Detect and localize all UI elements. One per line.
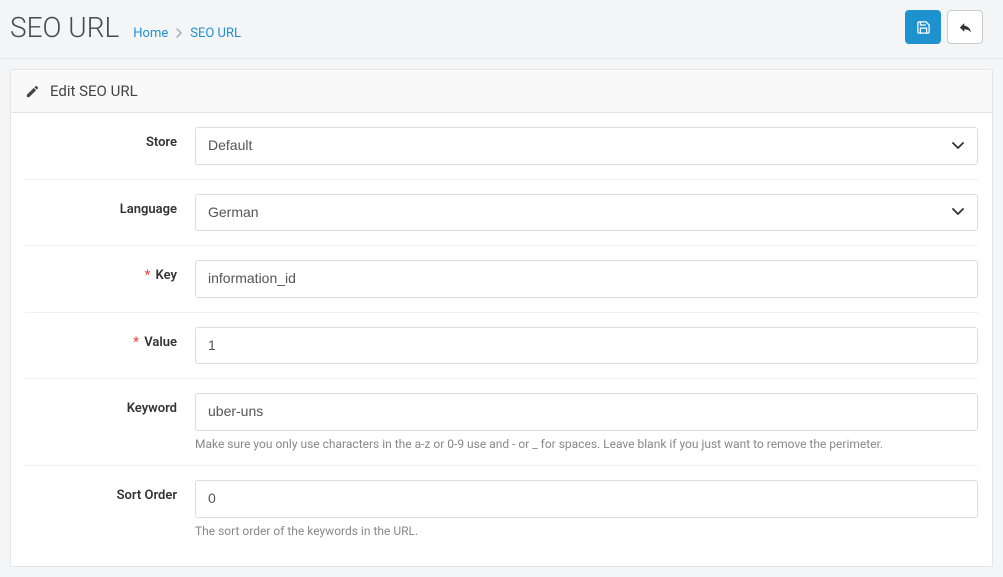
field-keyword: Make sure you only use characters in the…: [195, 393, 978, 451]
store-select[interactable]: Default: [195, 127, 978, 165]
required-marker: *: [144, 268, 150, 283]
pencil-icon: [25, 84, 40, 99]
label-sort-order: Sort Order: [25, 480, 195, 503]
panel-body: Store Default Language German: [11, 113, 992, 566]
form-panel: Edit SEO URL Store Default Language Germ…: [10, 69, 993, 567]
row-language: Language German: [25, 180, 978, 247]
panel-title: Edit SEO URL: [50, 82, 138, 100]
field-value: [195, 327, 978, 365]
breadcrumb: Home SEO URL: [133, 26, 241, 41]
required-marker: *: [133, 335, 139, 350]
row-store: Store Default: [25, 113, 978, 180]
value-input[interactable]: [195, 327, 978, 365]
label-store: Store: [25, 127, 195, 150]
label-key-text: Key: [156, 268, 177, 283]
field-sort-order: The sort order of the keywords in the UR…: [195, 480, 978, 538]
reply-arrow-icon: [958, 20, 973, 35]
keyword-input[interactable]: [195, 393, 978, 431]
breadcrumb-separator: [176, 28, 182, 38]
field-store: Default: [195, 127, 978, 165]
label-value-text: Value: [144, 335, 177, 350]
page-header-left: SEO URL Home SEO URL: [10, 11, 241, 44]
keyword-help-text: Make sure you only use characters in the…: [195, 437, 978, 451]
label-keyword: Keyword: [25, 393, 195, 416]
save-button[interactable]: [905, 10, 941, 44]
breadcrumb-home[interactable]: Home: [133, 26, 168, 41]
breadcrumb-current[interactable]: SEO URL: [190, 26, 241, 41]
label-language: Language: [25, 194, 195, 217]
field-key: [195, 260, 978, 298]
field-language: German: [195, 194, 978, 232]
row-key: * Key: [25, 246, 978, 313]
sort-order-input[interactable]: [195, 480, 978, 518]
page-header-actions: [905, 10, 983, 44]
key-input[interactable]: [195, 260, 978, 298]
panel-heading: Edit SEO URL: [11, 70, 992, 113]
language-select[interactable]: German: [195, 194, 978, 232]
label-key: * Key: [25, 260, 195, 283]
sort-order-help-text: The sort order of the keywords in the UR…: [195, 524, 978, 538]
back-button[interactable]: [947, 10, 983, 44]
row-sort-order: Sort Order The sort order of the keyword…: [25, 466, 978, 552]
save-icon: [916, 20, 931, 35]
page-title: SEO URL: [10, 11, 119, 44]
label-value: * Value: [25, 327, 195, 350]
row-value: * Value: [25, 313, 978, 380]
row-keyword: Keyword Make sure you only use character…: [25, 379, 978, 466]
page-header: SEO URL Home SEO URL: [0, 0, 1003, 59]
